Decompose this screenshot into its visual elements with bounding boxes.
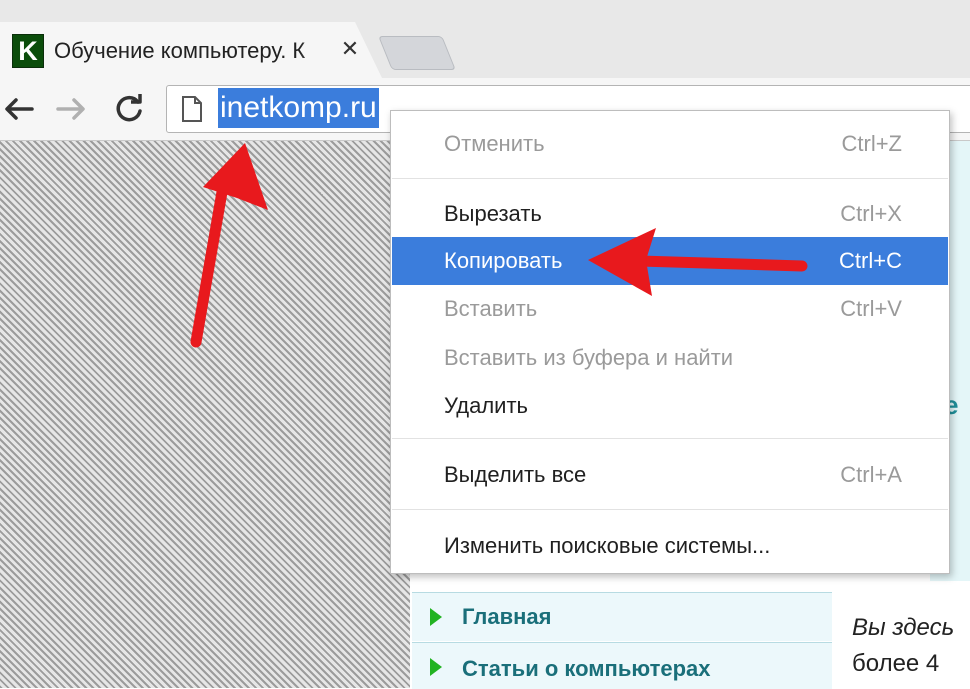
- tab-title: Обучение компьютеру. К: [54, 38, 306, 63]
- menu-item-shortcut: Ctrl+C: [839, 248, 902, 273]
- close-tab-icon[interactable]: ✕: [338, 36, 362, 62]
- menu-item-label: Изменить поисковые системы...: [444, 533, 771, 558]
- tab-title-fade: [300, 34, 336, 68]
- new-tab-button[interactable]: [378, 36, 456, 70]
- nav-arrow-icon: [430, 608, 442, 626]
- address-url-selected[interactable]: inetkomp.ru: [218, 88, 379, 128]
- breadcrumb-text: Вы здесь: [852, 614, 955, 641]
- menu-item-cut[interactable]: Вырезать Ctrl+X: [392, 191, 948, 237]
- menu-item-undo[interactable]: Отменить Ctrl+Z: [392, 121, 948, 167]
- page-background-pattern: [0, 141, 410, 688]
- reload-button[interactable]: [110, 90, 148, 128]
- menu-item-label: Отменить: [444, 131, 545, 156]
- menu-item-shortcut: Ctrl+X: [840, 201, 902, 226]
- menu-item-label: Удалить: [444, 393, 528, 418]
- body-text: более 4: [852, 650, 940, 677]
- context-menu: Отменить Ctrl+Z Вырезать Ctrl+X Копирова…: [390, 110, 950, 574]
- site-favicon-icon: K: [12, 34, 44, 68]
- menu-separator: [392, 178, 948, 179]
- menu-item-delete[interactable]: Удалить: [392, 383, 948, 429]
- reload-icon: [116, 94, 142, 122]
- menu-item-label: Вставить: [444, 296, 538, 321]
- nav-arrow-icon: [430, 658, 442, 676]
- forward-arrow-icon: [56, 98, 85, 120]
- menu-separator: [392, 509, 948, 510]
- page-icon: [182, 96, 202, 122]
- site-nav-label: Главная: [462, 604, 552, 629]
- menu-item-label: Вырезать: [444, 201, 542, 226]
- back-button[interactable]: [0, 90, 38, 128]
- menu-item-label: Вставить из буфера и найти: [444, 345, 734, 370]
- menu-item-edit-search-engines[interactable]: Изменить поисковые системы...: [392, 523, 948, 569]
- forward-button[interactable]: [52, 90, 90, 128]
- menu-item-paste[interactable]: Вставить Ctrl+V: [392, 286, 948, 332]
- menu-item-copy[interactable]: Копировать Ctrl+C: [392, 237, 948, 285]
- menu-item-shortcut: Ctrl+Z: [841, 131, 903, 156]
- back-arrow-icon: [5, 98, 34, 120]
- menu-item-label: Копировать: [444, 248, 563, 273]
- menu-item-shortcut: Ctrl+V: [840, 296, 902, 321]
- menu-item-paste-and-search[interactable]: Вставить из буфера и найти: [392, 335, 948, 381]
- menu-item-select-all[interactable]: Выделить все Ctrl+A: [392, 452, 948, 498]
- site-nav-label: Статьи о компьютерах: [462, 656, 711, 681]
- menu-item-shortcut: Ctrl+A: [840, 462, 902, 487]
- menu-item-label: Выделить все: [444, 462, 587, 487]
- menu-separator: [392, 438, 948, 439]
